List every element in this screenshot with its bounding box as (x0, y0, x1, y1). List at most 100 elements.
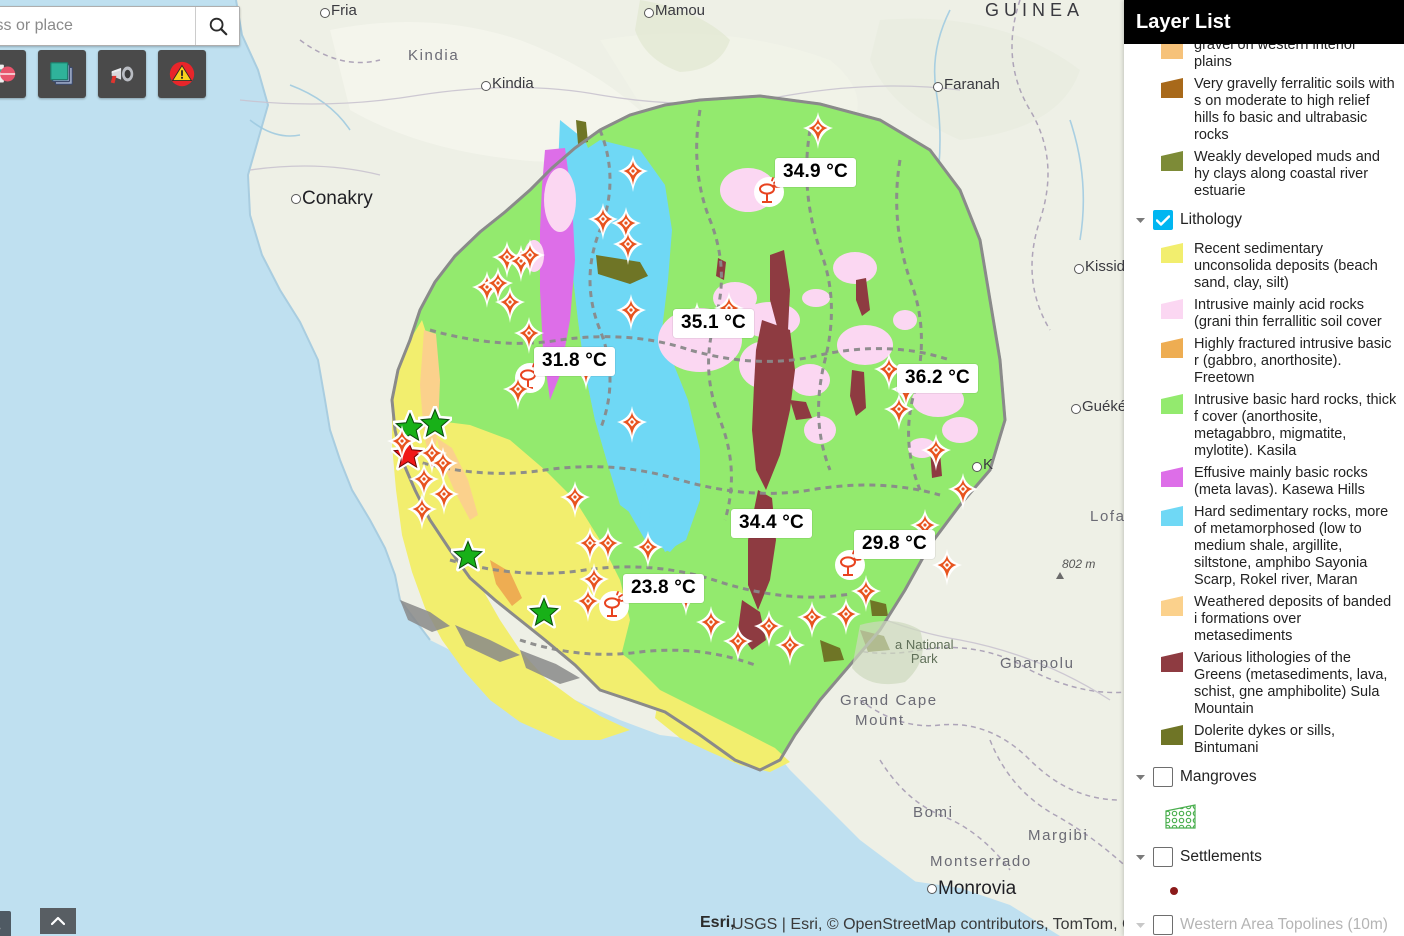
degrees-toggle-button[interactable]: rees (0, 911, 11, 936)
map-marker-diamond-icon[interactable] (586, 202, 620, 242)
chevron-down-icon[interactable] (1134, 773, 1146, 781)
city-dot (291, 194, 301, 204)
map-marker-diamond-icon[interactable] (513, 238, 547, 278)
legend-swatch (1161, 725, 1183, 745)
search-icon (209, 17, 227, 36)
search-widget[interactable] (0, 6, 240, 46)
legend-label: Weakly developed muds and hy clays along… (1194, 149, 1380, 199)
legend-swatch-wrap (1152, 44, 1192, 60)
map-marker-diamond-icon[interactable] (801, 111, 835, 151)
layer-group-label: Western Area Topolines (10m) (1180, 916, 1388, 933)
layer-group-western-area-topolines[interactable]: Western Area Topolines (10m) (1124, 907, 1404, 936)
city-dot (481, 81, 491, 91)
city-dot (927, 884, 937, 894)
map-marker-diamond-icon[interactable] (385, 424, 419, 464)
layer-checkbox-lithology[interactable] (1153, 210, 1173, 230)
legend-item: gravel on western interior plains (1124, 44, 1404, 73)
map-marker-diamond-icon[interactable] (930, 548, 964, 588)
city-dot (320, 8, 330, 18)
map-marker-diamond-icon[interactable] (919, 433, 953, 473)
map-marker-diamond-icon[interactable] (614, 293, 648, 333)
temperature-label: 23.8 °C (623, 574, 704, 603)
map-application: Fria Mamou Kindia Kindia GUINEA Faranah Conakr… (0, 0, 1404, 936)
map-marker-diamond-icon[interactable] (558, 480, 592, 520)
hazard-alert-button[interactable] (158, 50, 206, 98)
layer-checkbox-settlements[interactable] (1153, 847, 1173, 867)
legend-item: Highly fractured intrusive basic r (gabb… (1124, 333, 1404, 389)
megaphone-icon (110, 66, 134, 84)
map-toolbar[interactable] (0, 50, 206, 98)
layer-group-settlements[interactable]: Settlements (1124, 839, 1404, 875)
chevron-down-icon[interactable] (1134, 853, 1146, 861)
temperature-label: 35.1 °C (673, 309, 754, 338)
legend-swatch (1161, 652, 1183, 672)
esri-logo: Esri, (700, 914, 735, 931)
chevron-down-icon[interactable] (1134, 216, 1146, 224)
legend-swatch (1161, 338, 1183, 358)
legend-label: Recent sedimentary unconsolida deposits … (1194, 241, 1378, 291)
legend-swatch-wrap (1152, 503, 1192, 527)
layer-group-label: Lithology (1180, 211, 1243, 228)
legend-swatch (1161, 78, 1183, 98)
map-marker-diamond-icon[interactable] (571, 584, 605, 624)
layer-group-mangroves[interactable]: Mangroves (1124, 759, 1404, 795)
announcement-button[interactable] (98, 50, 146, 98)
layer-list-body[interactable]: gravel on western interior plains Very g… (1124, 44, 1404, 936)
map-marker-diamond-icon[interactable] (631, 530, 665, 570)
legend-swatch (1161, 506, 1183, 526)
layer-group-label: Settlements (1180, 848, 1262, 865)
layer-group-label: Mangroves (1180, 768, 1257, 785)
map-marker-diamond-icon[interactable] (616, 154, 650, 194)
legend-swatch-wrap (1152, 240, 1192, 264)
legend-swatch-wrap (1152, 593, 1192, 617)
map-marker-diamond-icon[interactable] (405, 492, 439, 532)
temperature-label: 31.8 °C (534, 347, 615, 376)
legend-swatch-wrap (1152, 649, 1192, 673)
attribution-text: USGS | Esri, © OpenStreetMap contributor… (732, 916, 1135, 933)
legend-label: Intrusive basic hard rocks, thick f cove… (1194, 392, 1397, 459)
layer-group-lithology[interactable]: Lithology (1124, 202, 1404, 238)
layers-icon (50, 62, 73, 85)
legend-swatch-wrap (1152, 335, 1192, 359)
search-button[interactable] (195, 7, 239, 45)
map-marker-diamond-icon[interactable] (721, 624, 755, 664)
legend-label: gravel on western interior plains (1194, 44, 1357, 70)
temperature-label: 29.8 °C (854, 530, 935, 559)
map-marker-diamond-icon[interactable] (882, 392, 916, 432)
attribution-expand-button[interactable] (40, 908, 76, 934)
check-icon (1156, 214, 1170, 226)
map-marker-diamond-icon[interactable] (501, 372, 535, 412)
map-marker-star-green-icon[interactable] (451, 538, 485, 578)
layer-checkbox-western-area-topolines[interactable] (1153, 915, 1173, 935)
layer-list-button[interactable] (38, 50, 86, 98)
legend-swatch-wrap (1152, 296, 1192, 320)
map-marker-diamond-icon[interactable] (849, 574, 883, 614)
chevron-up-icon (51, 916, 65, 926)
city-dot (1074, 264, 1084, 274)
basemap-gallery-button[interactable] (0, 50, 26, 98)
search-input[interactable] (0, 7, 195, 45)
legend-symbol-row (1124, 795, 1404, 839)
legend-swatch (1161, 44, 1183, 59)
legend-item: Recent sedimentary unconsolida deposits … (1124, 238, 1404, 294)
mangrove-hatch-swatch (1165, 804, 1196, 829)
legend-swatch (1161, 467, 1183, 487)
city-dot (933, 82, 943, 92)
legend-label: Hard sedimentary rocks, more of metamorp… (1194, 504, 1389, 588)
city-dot (972, 462, 982, 472)
map-marker-star-green-icon[interactable] (527, 595, 561, 635)
layer-checkbox-mangroves[interactable] (1153, 767, 1173, 787)
map-marker-diamond-icon[interactable] (946, 472, 980, 512)
temperature-label: 36.2 °C (897, 364, 978, 393)
legend-symbol-row (1124, 875, 1404, 907)
legend-swatch-wrap (1152, 75, 1192, 99)
map-marker-diamond-icon[interactable] (795, 600, 829, 640)
map-marker-diamond-icon[interactable] (591, 526, 625, 566)
layer-list-panel[interactable]: Layer List gravel on western interior pl… (1124, 0, 1404, 936)
legend-item: Hard sedimentary rocks, more of metamorp… (1124, 501, 1404, 591)
legend-label: Effusive mainly basic rocks (meta lavas)… (1194, 465, 1368, 498)
map-marker-diamond-icon[interactable] (615, 405, 649, 445)
layer-list-title: Layer List (1124, 0, 1404, 44)
legend-swatch (1161, 596, 1183, 616)
chevron-down-icon[interactable] (1134, 921, 1146, 929)
